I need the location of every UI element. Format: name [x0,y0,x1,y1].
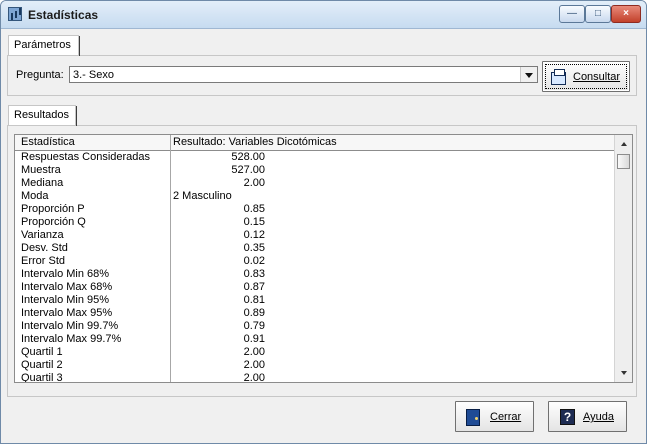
results-tab-divider [76,106,77,126]
maximize-button[interactable]: □ [585,5,611,23]
tab-parametros[interactable]: Parámetros [8,35,79,55]
title-bar[interactable]: Estadísticas — □ × [1,1,646,29]
statistic-name: Mediana [21,177,64,189]
exit-door-icon [466,409,480,426]
result-column-header[interactable]: Resultado: Variables Dicotómicas [173,136,337,148]
statistic-result: 0.91 [243,333,265,345]
statistic-name: Quartil 2 [21,359,63,371]
chevron-down-icon[interactable] [520,67,537,82]
minimize-icon: — [567,8,577,19]
statistic-result: 0.83 [243,268,265,280]
statistic-name: Quartil 3 [21,372,63,383]
statistic-result: 2.00 [243,372,265,383]
table-row[interactable]: Muestra 527.00 [15,164,615,177]
statistic-result: 2.00 [243,359,265,371]
question-selected-value: 3.- Sexo [73,69,114,81]
statistic-result: 0.35 [243,242,265,254]
table-row[interactable]: Desv. Std 0.35 [15,242,615,255]
table-row[interactable]: Intervalo Min 99.7% 0.79 [15,320,615,333]
statistic-name: Intervalo Min 95% [21,294,110,306]
statistic-name: Error Std [21,255,66,267]
window-title: Estadísticas [28,8,99,22]
close-button[interactable]: Cerrar [455,401,534,432]
statistic-result: 2.00 [243,177,265,189]
help-button-label: Ayuda [583,411,614,423]
statistic-name: Intervalo Max 68% [21,281,113,293]
table-row[interactable]: Mediana 2.00 [15,177,615,190]
statistics-window-icon [8,7,22,21]
table-row[interactable]: Quartil 1 2.00 [15,346,615,359]
statistic-result: 0.12 [243,229,265,241]
statistic-result: 2 Masculino [173,190,232,202]
help-icon: ? [560,409,575,425]
close-icon: × [623,8,629,19]
consult-button[interactable]: Consultar [542,61,630,92]
statistic-name: Varianza [21,229,64,241]
close-button-label: Cerrar [490,411,522,423]
statistic-result: 0.89 [243,307,265,319]
statistic-name: Intervalo Min 99.7% [21,320,119,332]
statistic-name: Muestra [21,164,61,176]
table-row[interactable]: Quartil 2 2.00 [15,359,615,372]
statistic-result: 0.85 [243,203,265,215]
table-row[interactable]: Intervalo Max 68% 0.87 [15,281,615,294]
statistic-result: 528.00 [231,151,265,163]
statistic-name: Moda [21,190,49,202]
help-button[interactable]: ? Ayuda [548,401,627,432]
statistic-column-header[interactable]: Estadística [21,136,75,148]
table-row[interactable]: Proporción Q 0.15 [15,216,615,229]
statistic-name: Intervalo Min 68% [21,268,110,280]
table-row[interactable]: Intervalo Min 95% 0.81 [15,294,615,307]
parameters-tab-divider [79,36,80,56]
table-row[interactable]: Proporción P 0.85 [15,203,615,216]
statistic-name: Proporción Q [21,216,86,228]
table-row[interactable]: Intervalo Max 99.7% 0.91 [15,333,615,346]
statistic-result: 527.00 [231,164,265,176]
statistic-result: 0.15 [243,216,265,228]
maximize-icon: □ [594,8,602,19]
minimize-button[interactable]: — [559,5,585,23]
statistics-table[interactable]: Estadística Resultado: Variables Dicotóm… [14,134,633,383]
vertical-scrollbar[interactable] [614,135,632,382]
table-row[interactable]: Quartil 3 2.00 [15,372,615,383]
scroll-up-icon[interactable] [615,135,632,153]
statistic-name: Respuestas Consideradas [21,151,151,163]
statistics-window: Estadísticas — □ × Parámetros Pregunta: … [0,0,647,444]
table-row[interactable]: Varianza 0.12 [15,229,615,242]
printer-icon [551,69,566,85]
tab-resultados[interactable]: Resultados [8,105,76,125]
consult-button-label: Consultar [573,71,621,83]
question-label: Pregunta: [16,69,64,81]
statistic-result: 0.87 [243,281,265,293]
table-row[interactable]: Intervalo Max 95% 0.89 [15,307,615,320]
statistic-name: Desv. Std [21,242,68,254]
table-row[interactable]: Moda 2 Masculino [15,190,615,203]
scroll-down-icon[interactable] [615,364,632,382]
statistic-name: Intervalo Max 99.7% [21,333,122,345]
table-header: Estadística Resultado: Variables Dicotóm… [15,135,615,151]
table-row[interactable]: Error Std 0.02 [15,255,615,268]
statistic-name: Quartil 1 [21,346,63,358]
statistic-result: 2.00 [243,346,265,358]
statistic-result: 0.81 [243,294,265,306]
question-select[interactable]: 3.- Sexo [69,66,538,83]
statistic-result: 0.02 [243,255,265,267]
scroll-thumb[interactable] [617,154,630,169]
statistic-name: Intervalo Max 95% [21,307,113,319]
close-window-button[interactable]: × [611,5,641,23]
table-row[interactable]: Intervalo Min 68% 0.83 [15,268,615,281]
statistic-name: Proporción P [21,203,85,215]
statistic-result: 0.79 [243,320,265,332]
table-row[interactable]: Respuestas Consideradas 528.00 [15,151,615,164]
